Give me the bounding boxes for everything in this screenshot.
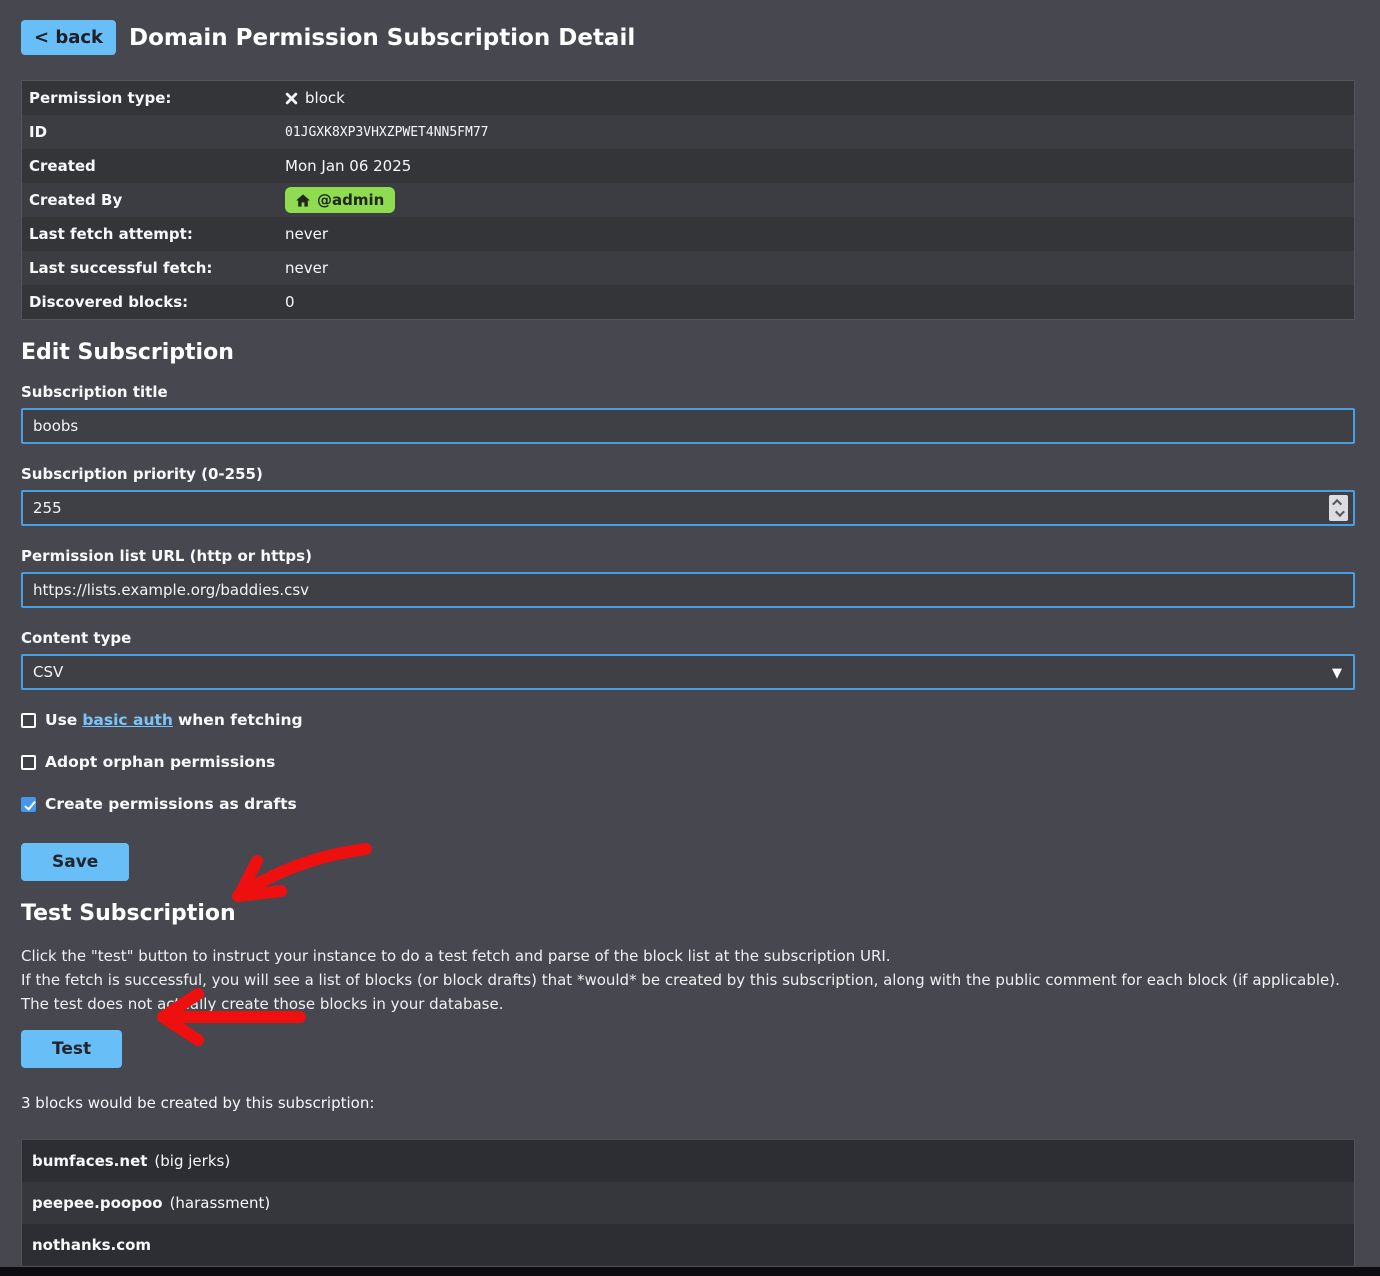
block-list-item: bumfaces.net (big jerks): [22, 1140, 1354, 1182]
home-icon: [296, 194, 310, 207]
adopt-orphan-permissions-checkbox-row[interactable]: Adopt orphan permissions: [21, 753, 275, 771]
table-row: Permission type: block: [22, 81, 1354, 115]
table-row: Created Mon Jan 06 2025: [22, 149, 1354, 183]
edit-subscription-heading: Edit Subscription: [21, 340, 1355, 365]
created-by-cell: @admin: [285, 187, 395, 213]
block-list-item: nothanks.com: [22, 1224, 1354, 1266]
x-block-icon: [285, 92, 298, 105]
description-line: If the fetch is successful, you will see…: [21, 968, 1355, 992]
subscription-priority-input[interactable]: [21, 490, 1355, 526]
basic-auth-checkbox-label: Use basic auth when fetching: [45, 711, 303, 729]
block-domain: peepee.poopoo: [32, 1194, 163, 1212]
adopt-orphans-checkbox[interactable]: [21, 755, 36, 770]
row-label: ID: [22, 123, 285, 141]
block-comment: (big jerks): [154, 1152, 230, 1170]
permission-type-text: block: [305, 89, 345, 107]
back-button[interactable]: < back: [21, 20, 116, 55]
test-description: Click the "test" button to instruct your…: [21, 944, 1355, 1016]
block-domain: nothanks.com: [32, 1236, 151, 1254]
subscription-details-table: Permission type: block ID 01JGXK8XP3VHXZ…: [21, 80, 1355, 320]
permission-list-url-input[interactable]: [21, 572, 1355, 608]
subscription-id-value: 01JGXK8XP3VHXZPWET4NN5FM77: [285, 125, 489, 140]
admin-username: @admin: [317, 191, 384, 209]
table-row: Created By @admin: [22, 183, 1354, 217]
subscription-priority-field-group: Subscription priority (0-255): [21, 465, 1355, 526]
basic-auth-link[interactable]: basic auth: [82, 711, 173, 729]
admin-user-badge[interactable]: @admin: [285, 187, 395, 213]
page-bottom-strip: [0, 1267, 1380, 1276]
test-result-block-list: bumfaces.net (big jerks) peepee.poopoo (…: [21, 1139, 1355, 1267]
label-text: when fetching: [178, 711, 303, 729]
row-label: Created By: [22, 191, 285, 209]
content-type-field-group: Content type CSV ▼: [21, 629, 1355, 690]
last-successful-fetch-value: never: [285, 259, 328, 277]
page-title: Domain Permission Subscription Detail: [129, 25, 635, 51]
table-row: ID 01JGXK8XP3VHXZPWET4NN5FM77: [22, 115, 1354, 149]
page-header: < back Domain Permission Subscription De…: [21, 20, 1355, 55]
label-text: Use: [45, 711, 77, 729]
description-line: The test does not actually create those …: [21, 992, 1355, 1016]
block-domain: bumfaces.net: [32, 1152, 147, 1170]
row-label: Last fetch attempt:: [22, 225, 285, 243]
last-fetch-attempt-value: never: [285, 225, 328, 243]
row-label: Last successful fetch:: [22, 259, 285, 277]
row-label: Permission type:: [22, 89, 285, 107]
permission-list-url-field-group: Permission list URL (http or https): [21, 547, 1355, 608]
block-comment: (harassment): [170, 1194, 271, 1212]
create-drafts-checkbox-label: Create permissions as drafts: [45, 795, 297, 813]
subscription-title-label: Subscription title: [21, 383, 1355, 401]
table-row: Last successful fetch: never: [22, 251, 1354, 285]
number-spinner[interactable]: [1329, 495, 1348, 521]
test-button[interactable]: Test: [21, 1030, 122, 1068]
create-drafts-checkbox-row[interactable]: Create permissions as drafts: [21, 795, 297, 813]
create-drafts-checkbox[interactable]: [21, 797, 36, 812]
save-button[interactable]: Save: [21, 843, 129, 881]
discovered-blocks-value: 0: [285, 293, 295, 311]
use-basic-auth-checkbox-row[interactable]: Use basic auth when fetching: [21, 711, 303, 729]
permission-list-url-label: Permission list URL (http or https): [21, 547, 1355, 565]
test-subscription-heading: Test Subscription: [21, 901, 1355, 926]
test-result-summary: 3 blocks would be created by this subscr…: [21, 1094, 1355, 1112]
domain-permission-subscription-detail-page: < back Domain Permission Subscription De…: [0, 0, 1380, 1267]
checkbox-group: Use basic auth when fetching Adopt orpha…: [21, 711, 1355, 837]
content-type-select[interactable]: CSV: [21, 654, 1355, 690]
content-type-label: Content type: [21, 629, 1355, 647]
description-line: Click the "test" button to instruct your…: [21, 944, 1355, 968]
adopt-orphans-checkbox-label: Adopt orphan permissions: [45, 753, 275, 771]
subscription-title-field-group: Subscription title: [21, 383, 1355, 444]
subscription-priority-label: Subscription priority (0-255): [21, 465, 1355, 483]
table-row: Last fetch attempt: never: [22, 217, 1354, 251]
block-list-item: peepee.poopoo (harassment): [22, 1182, 1354, 1224]
row-label: Discovered blocks:: [22, 293, 285, 311]
table-row: Discovered blocks: 0: [22, 285, 1354, 319]
permission-type-value: block: [285, 89, 345, 107]
subscription-title-input[interactable]: [21, 408, 1355, 444]
basic-auth-checkbox[interactable]: [21, 713, 36, 728]
created-date-value: Mon Jan 06 2025: [285, 157, 411, 175]
row-label: Created: [22, 157, 285, 175]
